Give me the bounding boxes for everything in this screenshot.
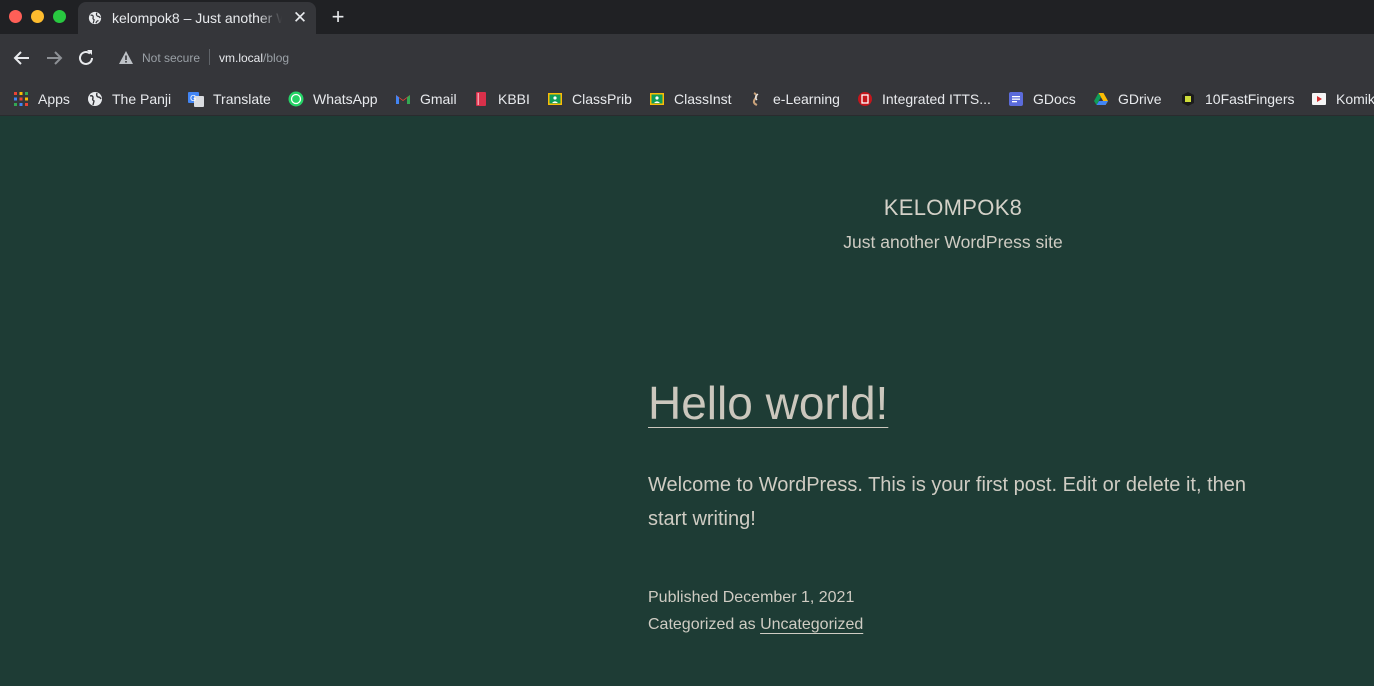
post-published-date: Published December 1, 2021 xyxy=(648,589,855,606)
browser-tab[interactable]: kelompok8 – Just another WordPress site … xyxy=(78,2,316,34)
bookmark-label: ClassPrib xyxy=(572,90,632,107)
globe-icon xyxy=(87,91,103,107)
close-window-button[interactable] xyxy=(9,10,22,23)
docs-icon xyxy=(1008,91,1024,107)
bookmark-e-learning[interactable]: e-Learning xyxy=(748,82,840,115)
minimize-window-button[interactable] xyxy=(31,10,44,23)
post-body: Welcome to WordPress. This is your first… xyxy=(648,474,1247,530)
book-icon xyxy=(473,91,489,107)
tab-close-icon[interactable]: ✕ xyxy=(292,9,308,26)
komik-icon xyxy=(1311,91,1327,107)
itts-icon xyxy=(857,91,873,107)
translate-icon: G xyxy=(188,91,204,107)
bookmark-translate[interactable]: G Translate xyxy=(188,82,271,115)
bookmark-label: Integrated ITTS... xyxy=(882,90,991,107)
globe-icon xyxy=(88,11,102,25)
gmail-icon xyxy=(395,91,411,107)
classroom-icon xyxy=(547,91,563,107)
category-prefix: Categorized as xyxy=(648,616,756,633)
warning-icon[interactable] xyxy=(118,50,134,66)
elearning-icon xyxy=(748,91,764,107)
address-bar[interactable]: Not secure vm.local/blog xyxy=(108,38,1364,74)
maximize-window-button[interactable] xyxy=(53,10,66,23)
reload-icon xyxy=(79,50,93,65)
category-link[interactable]: Uncategorized xyxy=(760,616,863,633)
reload-button[interactable] xyxy=(76,48,96,68)
svg-text:G: G xyxy=(190,94,196,103)
bookmark-label: e-Learning xyxy=(773,90,840,107)
bookmark-label: KBBI xyxy=(498,90,530,107)
post-category-line: Categorized as Uncategorized xyxy=(648,616,863,634)
bookmark-label: Komik xyxy=(1336,90,1374,107)
classroom-icon xyxy=(649,91,665,107)
bookmark-kbbi[interactable]: KBBI xyxy=(473,82,530,115)
bookmark-classinst[interactable]: ClassInst xyxy=(649,82,732,115)
bookmark-the-panji[interactable]: The Panji xyxy=(87,82,171,115)
whatsapp-icon xyxy=(288,91,304,107)
back-button[interactable] xyxy=(12,48,32,68)
url-text[interactable]: vm.local/blog xyxy=(219,51,289,65)
post-title-link[interactable]: Hello world! xyxy=(648,375,888,431)
browser-toolbar: Not secure vm.local/blog xyxy=(0,34,1374,82)
site-tagline: Just another WordPress site xyxy=(843,232,1063,252)
forward-button[interactable] xyxy=(44,48,64,68)
bookmark-gdocs[interactable]: GDocs xyxy=(1008,82,1076,115)
bookmark-classprib[interactable]: ClassPrib xyxy=(547,82,632,115)
bookmark-label: Translate xyxy=(213,90,271,107)
bookmark-gmail[interactable]: Gmail xyxy=(395,82,457,115)
browser-titlebar: kelompok8 – Just another WordPress site … xyxy=(0,0,1374,34)
bookmark-whatsapp[interactable]: WhatsApp xyxy=(288,82,378,115)
apps-grid-icon xyxy=(13,91,29,107)
bookmarks-bar: Apps The Panji G Translate WhatsApp Gmai… xyxy=(0,82,1374,116)
bookmark-integrated-itts[interactable]: Integrated ITTS... xyxy=(857,82,991,115)
new-tab-button[interactable]: + xyxy=(328,6,348,28)
bookmark-label: Apps xyxy=(38,90,70,107)
tab-title: kelompok8 – Just another WordPress site xyxy=(112,10,282,28)
page-content: KELOMPOK8 Just another WordPress site He… xyxy=(0,117,1374,686)
security-label[interactable]: Not secure xyxy=(142,51,200,65)
arrow-left-icon xyxy=(13,51,29,65)
url-path: /blog xyxy=(263,51,290,65)
arrow-right-icon xyxy=(47,51,63,65)
drive-icon xyxy=(1093,91,1109,107)
bookmark-label: GDocs xyxy=(1033,90,1076,107)
url-host: vm.local xyxy=(219,51,264,65)
bookmark-10fastfingers[interactable]: 10FastFingers xyxy=(1180,82,1294,115)
bookmark-komik[interactable]: Komik xyxy=(1311,82,1374,115)
bookmark-label: The Panji xyxy=(112,90,172,107)
bookmark-label: ClassInst xyxy=(674,90,732,107)
address-divider xyxy=(209,49,210,65)
bookmark-gdrive[interactable]: GDrive xyxy=(1093,82,1162,115)
bookmark-apps[interactable]: Apps xyxy=(13,82,70,115)
fastfingers-icon xyxy=(1180,91,1196,107)
bookmark-label: 10FastFingers xyxy=(1205,90,1295,107)
site-title[interactable]: KELOMPOK8 xyxy=(0,195,1374,221)
bookmark-label: WhatsApp xyxy=(313,90,378,107)
bookmark-label: Gmail xyxy=(420,90,457,107)
bookmark-label: GDrive xyxy=(1118,90,1162,107)
